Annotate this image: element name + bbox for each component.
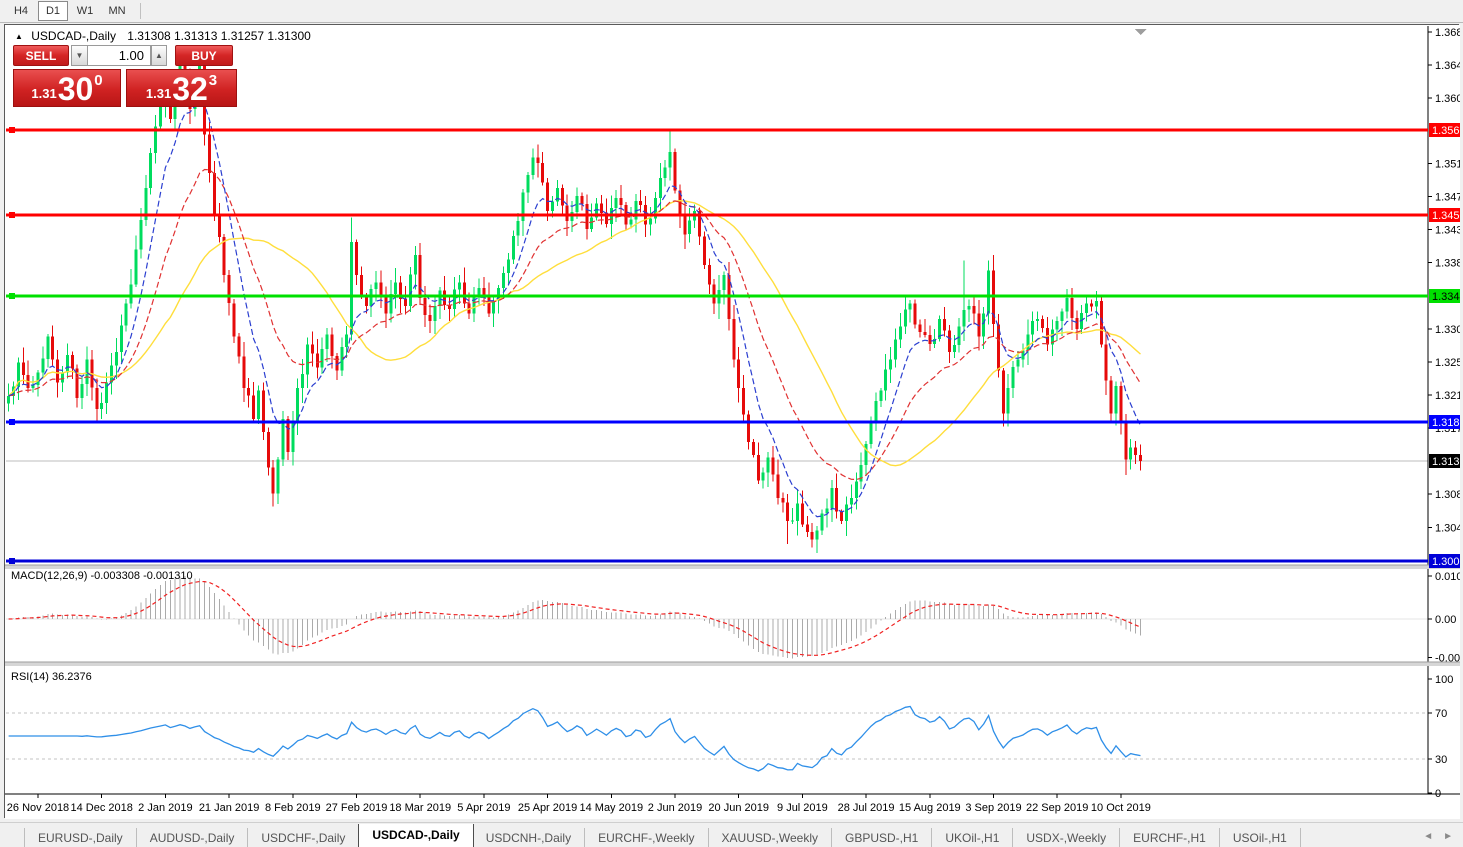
svg-text:9 Jul 2019: 9 Jul 2019 — [777, 802, 828, 814]
tab-scroll-right-icon[interactable]: ► — [1443, 831, 1453, 842]
svg-text:15 Aug 2019: 15 Aug 2019 — [899, 802, 961, 814]
tab-usdchf-daily[interactable]: USDCHF-,Daily — [248, 828, 359, 847]
chart-window: 1.36880 1.36450 1.36020 1.35170 1.34740 1.343… — [4, 24, 1459, 818]
toolbar-separator — [140, 3, 141, 19]
svg-text:-0.009203: -0.009203 — [1435, 653, 1460, 665]
buy-button[interactable]: BUY — [175, 45, 233, 66]
svg-text:3 Sep 2019: 3 Sep 2019 — [965, 802, 1021, 814]
timeframe-toolbar: H4D1W1MN — [0, 0, 1463, 23]
sell-price-box[interactable]: 1.31 30 0 — [13, 69, 121, 107]
svg-text:0.010311: 0.010311 — [1435, 571, 1460, 583]
svg-text:30: 30 — [1435, 754, 1447, 766]
svg-text:1.31812: 1.31812 — [1432, 417, 1460, 429]
svg-text:21 Jan 2019: 21 Jan 2019 — [199, 802, 260, 814]
chart-canvas[interactable]: 1.36880 1.36450 1.36020 1.35170 1.34740 1.343… — [5, 25, 1460, 819]
svg-text:1.33449: 1.33449 — [1432, 291, 1460, 303]
svg-text:1.33880: 1.33880 — [1435, 258, 1460, 270]
tab-usdcad-daily[interactable]: USDCAD-,Daily — [358, 824, 473, 847]
tab-usdx-weekly[interactable]: USDX-,Weekly — [1013, 828, 1120, 847]
svg-text:22 Sep 2019: 22 Sep 2019 — [1026, 802, 1088, 814]
svg-text:0.00: 0.00 — [1435, 614, 1456, 626]
chart-tabs: EURUSD-,DailyAUDUSD-,DailyUSDCHF-,DailyU… — [0, 824, 1403, 847]
svg-text:14 Dec 2018: 14 Dec 2018 — [71, 802, 133, 814]
tab-eurchf-weekly[interactable]: EURCHF-,Weekly — [585, 828, 708, 847]
tab-scroll-controls: ◄ ► — [1403, 824, 1463, 847]
buy-price-point: 3 — [209, 72, 217, 89]
svg-text:1.36450: 1.36450 — [1435, 60, 1460, 72]
svg-text:1.35606: 1.35606 — [1432, 125, 1460, 137]
macd-indicator-label: MACD(12,26,9) -0.003308 -0.001310 — [11, 570, 193, 582]
chart-title: ▲ USDCAD-,Daily 1.31308 1.31313 1.31257 … — [15, 29, 311, 43]
tab-ukoil-h1[interactable]: UKOil-,H1 — [932, 828, 1013, 847]
svg-text:1.36020: 1.36020 — [1435, 93, 1460, 105]
timeframe-button-d1[interactable]: D1 — [38, 1, 68, 21]
svg-text:2 Jun 2019: 2 Jun 2019 — [648, 802, 702, 814]
svg-text:1.33020: 1.33020 — [1435, 324, 1460, 336]
mt4-window: H4D1W1MN 1.368801.364501.360201.351701.3… — [0, 0, 1463, 847]
svg-text:1.35170: 1.35170 — [1435, 159, 1460, 171]
svg-text:14 May 2019: 14 May 2019 — [579, 802, 643, 814]
timeframe-button-mn[interactable]: MN — [102, 1, 132, 21]
svg-text:10 Oct 2019: 10 Oct 2019 — [1091, 802, 1151, 814]
rsi-indicator-label: RSI(14) 36.2376 — [11, 671, 92, 683]
tab-usdcnh-daily[interactable]: USDCNH-,Daily — [473, 828, 585, 847]
chart-symbol-label: USDCAD-,Daily — [31, 29, 116, 43]
tab-eurusd-daily[interactable]: EURUSD-,Daily — [24, 828, 137, 847]
svg-text:5 Apr 2019: 5 Apr 2019 — [457, 802, 510, 814]
tab-eurchf-h1[interactable]: EURCHF-,H1 — [1120, 828, 1220, 847]
tab-usoil-h1[interactable]: USOil-,H1 — [1220, 828, 1301, 847]
svg-text:1.34740: 1.34740 — [1435, 192, 1460, 204]
svg-text:1.34310: 1.34310 — [1435, 225, 1460, 237]
svg-text:1.34501: 1.34501 — [1432, 210, 1460, 222]
svg-text:1.32590: 1.32590 — [1435, 357, 1460, 369]
svg-text:18 Mar 2019: 18 Mar 2019 — [389, 802, 451, 814]
svg-text:28 Jul 2019: 28 Jul 2019 — [838, 802, 895, 814]
volume-decrease-button[interactable]: ▼ — [71, 45, 87, 66]
svg-text:1.30440: 1.30440 — [1435, 522, 1460, 534]
svg-text:70: 70 — [1435, 708, 1447, 720]
buy-price-pips: 32 — [172, 72, 208, 106]
svg-text:25 Apr 2019: 25 Apr 2019 — [518, 802, 577, 814]
svg-text:1.32160: 1.32160 — [1435, 390, 1460, 402]
svg-text:1.30004: 1.30004 — [1432, 556, 1460, 568]
volume-input[interactable] — [87, 45, 151, 66]
sell-price-pips: 30 — [58, 72, 94, 106]
sell-button[interactable]: SELL — [13, 45, 69, 66]
svg-text:100: 100 — [1435, 674, 1453, 686]
volume-increase-button[interactable]: ▲ — [151, 45, 167, 66]
svg-text:20 Jun 2019: 20 Jun 2019 — [708, 802, 769, 814]
tab-scroll-left-icon[interactable]: ◄ — [1423, 831, 1433, 842]
svg-text:1.36880: 1.36880 — [1435, 27, 1460, 39]
sell-price-point: 0 — [94, 72, 102, 89]
timeframe-button-w1[interactable]: W1 — [70, 1, 100, 21]
svg-text:26 Nov 2018: 26 Nov 2018 — [7, 802, 69, 814]
svg-text:2 Jan 2019: 2 Jan 2019 — [138, 802, 192, 814]
svg-text:27 Feb 2019: 27 Feb 2019 — [326, 802, 388, 814]
buy-price-box[interactable]: 1.31 32 3 — [126, 69, 237, 107]
tab-audusd-daily[interactable]: AUDUSD-,Daily — [137, 828, 249, 847]
timeframe-button-h4[interactable]: H4 — [6, 1, 36, 21]
buy-price-base: 1.31 — [146, 86, 171, 101]
one-click-trading-panel: SELL ▼ ▲ BUY 1.31 30 0 1.31 32 3 — [13, 45, 237, 107]
chart-ohlc-values: 1.31308 1.31313 1.31257 1.31300 — [127, 29, 311, 43]
svg-text:8 Feb 2019: 8 Feb 2019 — [265, 802, 321, 814]
sell-price-base: 1.31 — [31, 86, 56, 101]
tab-gbpusd-h1[interactable]: GBPUSD-,H1 — [832, 828, 932, 847]
tab-xauusd-weekly[interactable]: XAUUSD-,Weekly — [709, 828, 832, 847]
svg-text:1.31300: 1.31300 — [1432, 456, 1460, 468]
svg-text:1.30870: 1.30870 — [1435, 489, 1460, 501]
chart-tab-bar: EURUSD-,DailyAUDUSD-,DailyUSDCHF-,DailyU… — [0, 822, 1463, 847]
collapse-panel-icon[interactable]: ▲ — [15, 32, 23, 41]
